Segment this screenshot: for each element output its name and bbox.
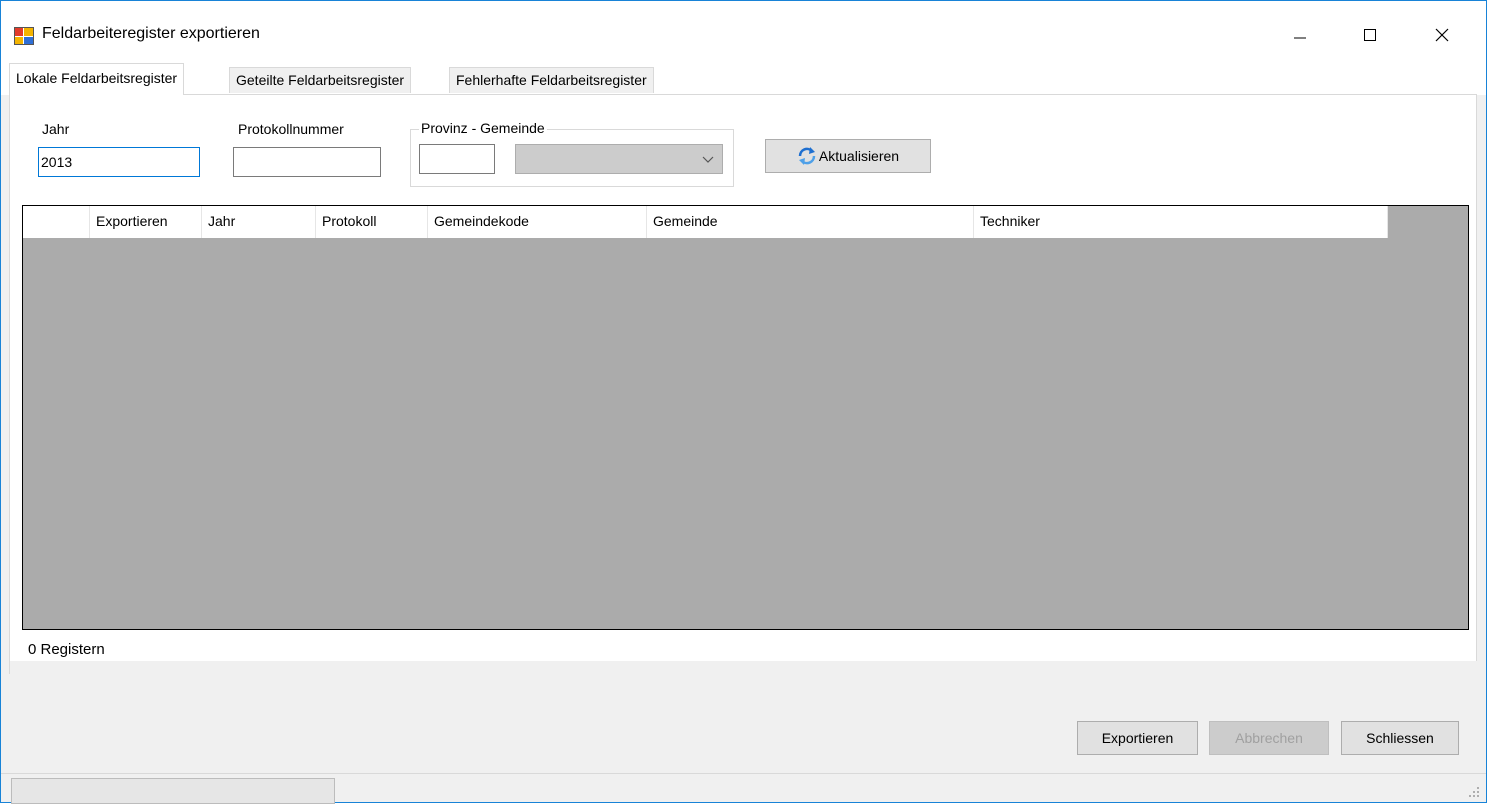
status-progress-panel — [11, 778, 335, 804]
refresh-label: Aktualisieren — [818, 148, 900, 164]
tab-strip: Lokale Feldarbeitsregister Geteilte Feld… — [1, 63, 1486, 95]
minimize-button[interactable] — [1277, 15, 1323, 55]
tab-panel-local: Jahr Protokollnummer Provinz - Gemeinde … — [9, 94, 1478, 675]
resize-grip-icon[interactable] — [1468, 786, 1480, 798]
municipality-dropdown[interactable] — [515, 144, 723, 174]
province-input[interactable] — [419, 144, 495, 174]
close-window-button[interactable] — [1419, 15, 1465, 55]
title-bar[interactable]: Feldarbeiteregister exportieren — [1, 1, 1486, 63]
minimize-icon — [1294, 37, 1306, 39]
registers-grid[interactable]: Exportieren Jahr Protokoll Gemeindekode … — [22, 205, 1469, 630]
tab-faulty-registers[interactable]: Fehlerhafte Feldarbeitsregister — [449, 67, 654, 93]
year-label: Jahr — [42, 121, 70, 137]
chevron-down-icon — [702, 156, 714, 163]
column-header-export[interactable]: Exportieren — [90, 206, 202, 238]
status-bar — [1, 773, 1486, 804]
province-municipality-group: Provinz - Gemeinde — [410, 120, 734, 187]
close-icon — [1435, 28, 1449, 42]
protocol-number-label: Protokollnummer — [238, 121, 344, 137]
tab-shared-registers[interactable]: Geteilte Feldarbeitsregister — [229, 67, 412, 93]
export-button[interactable]: Exportieren — [1077, 721, 1198, 755]
close-button[interactable]: Schliessen — [1341, 721, 1459, 755]
year-input[interactable] — [38, 147, 200, 177]
column-header-technician[interactable]: Techniker — [974, 206, 1388, 238]
refresh-icon — [798, 147, 816, 165]
column-header-municipality-code[interactable]: Gemeindekode — [428, 206, 647, 238]
maximize-icon — [1364, 29, 1376, 41]
app-window-icon — [14, 27, 34, 45]
cancel-button[interactable]: Abbrechen — [1209, 721, 1329, 755]
protocol-number-input[interactable] — [233, 147, 381, 177]
column-header-protocol[interactable]: Protokoll — [316, 206, 428, 238]
record-count: 0 Registern — [28, 641, 105, 658]
panel-bottom-strip — [10, 661, 1478, 675]
tab-local-registers[interactable]: Lokale Feldarbeitsregister — [9, 63, 185, 95]
maximize-button[interactable] — [1347, 15, 1393, 55]
refresh-button[interactable]: Aktualisieren — [765, 139, 931, 173]
column-header-municipality[interactable]: Gemeinde — [647, 206, 974, 238]
grid-header: Exportieren Jahr Protokoll Gemeindekode … — [23, 206, 1388, 238]
export-window: Feldarbeiteregister exportieren Lokale F… — [0, 0, 1487, 804]
column-header-year[interactable]: Jahr — [202, 206, 316, 238]
province-municipality-label: Provinz - Gemeinde — [419, 120, 547, 136]
window-title: Feldarbeiteregister exportieren — [42, 25, 260, 42]
column-header-row-selector[interactable] — [23, 206, 90, 238]
